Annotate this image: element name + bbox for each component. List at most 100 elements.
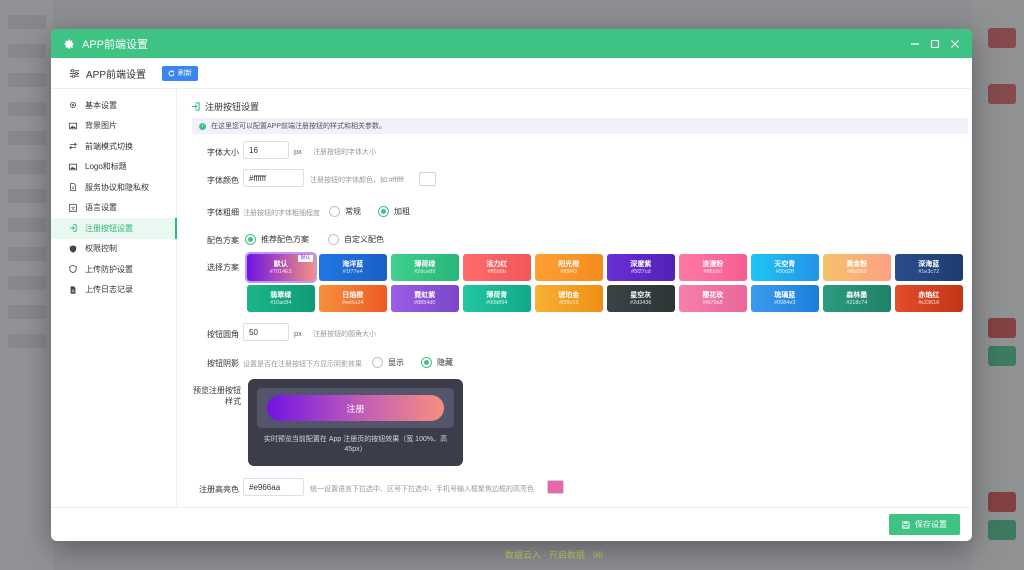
maximize-icon[interactable] (930, 39, 940, 49)
scheme-hex: #f39c12 (558, 299, 579, 306)
refresh-icon (168, 70, 175, 76)
modal-title: APP前端设置 (82, 38, 149, 51)
scheme-hex: #5f27cd (630, 268, 651, 275)
radius-unit: px (294, 329, 302, 338)
highlight-hint: 统一设置语言下拉选中、区号下拉选中、手机号输入框聚焦边框的高亮色 (310, 486, 534, 493)
scheme-tile[interactable]: 天空青 #00d2ff (751, 254, 819, 281)
document-icon (70, 183, 76, 192)
font-color-input[interactable]: #ffffff (243, 169, 304, 187)
save-button[interactable]: 保存设置 (889, 514, 960, 535)
scheme-name: 海洋蓝 (342, 260, 364, 268)
scheme-tile[interactable]: 默认 #7014E2 默认 (245, 252, 317, 283)
info-notice: i 在这里您可以配置APP前端注册按钮的样式和相关参数。 (192, 118, 968, 134)
scheme-tile[interactable]: 海洋蓝 #1f77e4 (319, 254, 387, 281)
scheme-name: 浪漫粉 (702, 260, 724, 268)
scheme-tile[interactable]: 活力红 #ff6b6b (463, 254, 531, 281)
sidebar-item-mode[interactable]: 前端模式切换 (51, 136, 176, 157)
image-icon (69, 163, 77, 170)
image-icon (69, 122, 77, 129)
sidebar-item-agreement[interactable]: 服务协议和隐私权 (51, 177, 176, 198)
scheme-tile[interactable]: 深邃紫 #5f27cd (607, 254, 675, 281)
refresh-label: 刷新 (178, 70, 193, 77)
scheme-hex: #ee5a24 (342, 299, 364, 306)
font-color-hint: 注册按钮的字体颜色，如:#ffffff (310, 177, 404, 184)
scheme-tile[interactable]: 浪漫粉 #ff6b9d (679, 254, 747, 281)
scheme-name: 赤焰红 (918, 291, 940, 299)
scheme-tile[interactable]: 深海蓝 #1e3c72 (895, 254, 963, 281)
sidebar-item-language[interactable]: 文 语言设置 (51, 198, 176, 219)
sidebar-item-upload-log[interactable]: 上传日志记录 (51, 280, 176, 301)
svg-text:文: 文 (71, 205, 76, 212)
scheme-hex: #00b894 (486, 299, 508, 306)
radius-label: 按钮圆角 (207, 330, 239, 339)
scheme-tile[interactable]: 薄荷绿 #2dce89 (391, 254, 459, 281)
sidebar-item-basic[interactable]: 基本设置 (51, 95, 176, 116)
modal-footer: 保存设置 (51, 507, 972, 541)
scheme-tile[interactable]: 黄金粉 #f6d365 (823, 254, 891, 281)
gear-icon (64, 39, 74, 49)
preview-caption: 实时预览当前配置在 App 注册页的按钮效果（宽 100%、高 45px） (263, 436, 448, 453)
color-scheme-label: 配色方案 (207, 236, 239, 245)
font-weight-hint: 注册按钮的字体粗细程度 (243, 210, 320, 217)
scheme-hex: #ff6b6b (487, 268, 506, 275)
refresh-button[interactable]: 刷新 (162, 65, 199, 81)
scheme-name: 霓虹紫 (414, 291, 436, 299)
highlight-input[interactable]: #e966aa (243, 478, 304, 496)
minimize-icon[interactable] (910, 39, 920, 49)
scheme-tile[interactable]: 森林墨 #218c74 (823, 285, 891, 312)
sidebar-item-register-button[interactable]: 注册按钮设置 (51, 218, 177, 239)
font-weight-bold-radio[interactable]: 加粗 (378, 206, 410, 217)
custom-scheme-radio[interactable]: 自定义配色 (328, 234, 384, 245)
scheme-select-label: 选择方案 (207, 263, 239, 272)
default-tag: 默认 (298, 255, 313, 262)
section-title: 注册按钮设置 (191, 100, 259, 113)
gear-icon (69, 102, 77, 109)
scheme-name: 翡翠绿 (270, 291, 292, 299)
shadow-hide-radio[interactable]: 隐藏 (421, 357, 453, 368)
shadow-show-radio[interactable]: 显示 (372, 357, 404, 368)
scheme-name: 薄荷青 (486, 291, 508, 299)
sidebar-item-permissions[interactable]: 权限控制 (51, 239, 176, 260)
scheme-hex: #2dce89 (414, 268, 436, 275)
modal-header: APP前端设置 (51, 29, 972, 58)
scheme-tile[interactable]: 琥珀金 #f39c12 (535, 285, 603, 312)
radius-input[interactable]: 50 (243, 323, 289, 341)
scheme-tile[interactable]: 樱花玫 #fd79a8 (679, 285, 747, 312)
scheme-name: 天空青 (774, 260, 796, 268)
scheme-tile[interactable]: 日焰橙 #ee5a24 (319, 285, 387, 312)
recommended-scheme-radio[interactable]: 推荐配色方案 (245, 234, 309, 245)
radius-hint: 注册按钮的圆角大小 (313, 331, 376, 338)
highlight-swatch[interactable] (547, 480, 564, 494)
scheme-hex: #00d2ff (775, 268, 794, 275)
save-icon (902, 520, 910, 529)
scheme-hex: #ff6b9d (703, 268, 722, 275)
scheme-hex: #1f77e4 (342, 268, 363, 275)
scheme-name: 琥珀金 (558, 291, 580, 299)
font-size-input[interactable]: 16 (243, 141, 289, 159)
scheme-tile[interactable]: 阳光橙 #ff9f43 (535, 254, 603, 281)
preview-label: 预览注册按钮 样式 (193, 386, 241, 406)
scheme-name: 琉璃蓝 (774, 291, 796, 299)
sidebar-item-upload-protection[interactable]: 上传防护设置 (51, 259, 176, 280)
preview-register-button: 注册 (267, 395, 444, 421)
sidebar-item-background[interactable]: 背景图片 (51, 116, 176, 137)
scheme-tile[interactable]: 翡翠绿 #10ac84 (247, 285, 315, 312)
scheme-tile[interactable]: 星空灰 #2d3436 (607, 285, 675, 312)
scheme-tile[interactable]: 霓虹紫 #8854d0 (391, 285, 459, 312)
close-icon[interactable] (950, 39, 960, 49)
scheme-tile[interactable]: 薄荷青 #00b894 (463, 285, 531, 312)
font-color-swatch[interactable] (419, 172, 436, 186)
swap-icon (69, 142, 77, 150)
scheme-name: 活力红 (486, 260, 508, 268)
shadow-label: 按钮阴影 (207, 359, 239, 368)
toolbar: APP前端设置 刷新 (51, 58, 972, 89)
scheme-tile[interactable]: 琉璃蓝 #0984e3 (751, 285, 819, 312)
scheme-name: 森林墨 (846, 291, 868, 299)
scheme-tile[interactable]: 赤焰红 #c23616 (895, 285, 963, 312)
scheme-name: 深海蓝 (918, 260, 940, 268)
scheme-name: 薄荷绿 (414, 260, 436, 268)
font-size-unit: px (294, 147, 302, 156)
sidebar-item-logo[interactable]: Logo和标题 (51, 157, 176, 178)
shield-icon (69, 265, 77, 274)
font-weight-regular-radio[interactable]: 常规 (329, 206, 361, 217)
